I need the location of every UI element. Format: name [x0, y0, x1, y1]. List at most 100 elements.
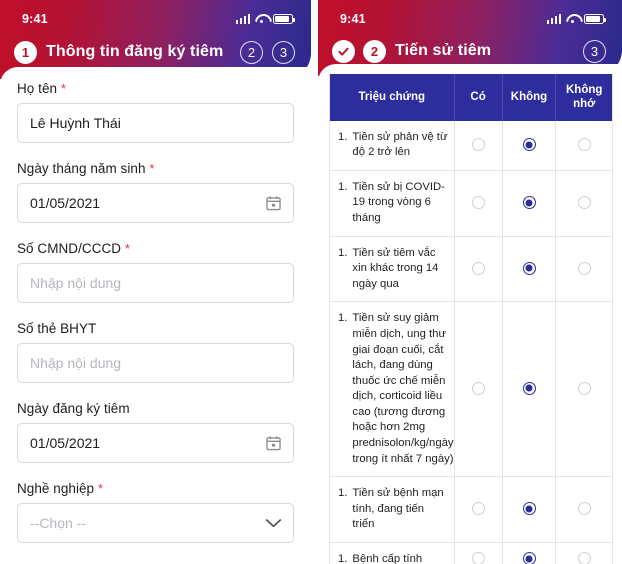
input-health-insurance-number[interactable]: Nhập nội dung	[17, 343, 294, 383]
field-full-name: Họ tên * Lê Huỳnh Thái	[17, 81, 294, 143]
table-row: 1. Tiền sử suy giảm miễn dịch, ung thư gi…	[329, 301, 613, 478]
radio-circle-selected[interactable]	[522, 138, 536, 152]
radio-dont-remember[interactable]	[555, 542, 613, 564]
radio-no[interactable]	[502, 170, 557, 237]
cell-symptom: 1. Tiền sử suy giảm miễn dịch, ung thư gi…	[329, 301, 455, 478]
radio-circle[interactable]	[471, 196, 485, 209]
required-asterisk: *	[124, 241, 131, 256]
phone-screen-registration-info: 9:41 1 Thông tin đăng ký tiêm 2 3 Họ tên…	[0, 0, 311, 564]
select-occupation[interactable]: --Chọn --	[17, 503, 294, 543]
radio-circle[interactable]	[471, 552, 485, 564]
radio-yes[interactable]	[454, 301, 503, 478]
radio-circle-selected[interactable]	[522, 552, 536, 564]
radio-circle[interactable]	[471, 381, 485, 395]
input-date-of-birth[interactable]: 01/05/2021	[17, 183, 294, 223]
status-icon-group	[235, 13, 295, 24]
label-occupation: Nghề nghiệp *	[17, 481, 104, 496]
column-header-yes: Có	[454, 74, 503, 121]
page-title: Tiến sử tiêm	[395, 42, 492, 59]
cell-symptom: 1. Bệnh cấp tính	[329, 542, 455, 564]
radio-yes[interactable]	[454, 170, 503, 237]
field-occupation: Nghề nghiệp * --Chọn --	[17, 481, 294, 543]
label-full-name: Họ tên *	[17, 81, 66, 96]
step-badge-3[interactable]: 3	[583, 39, 606, 63]
symptom-text: Tiền sử bệnh mạn tính, đang tiến triển	[352, 487, 444, 531]
radio-circle[interactable]	[577, 138, 591, 152]
table-row: 1. Tiền sử phản vệ từ độ 2 trở lên	[329, 120, 613, 171]
cell-symptom: 1. Tiền sử phản vệ từ độ 2 trở lên	[329, 120, 455, 171]
radio-circle-selected[interactable]	[522, 502, 536, 516]
radio-circle-selected[interactable]	[522, 196, 536, 209]
table-header-row: Triệu chứng Có Không Không nhớ	[329, 74, 613, 121]
radio-circle[interactable]	[577, 196, 591, 209]
table-row: 1. Bệnh cấp tính	[329, 542, 613, 564]
row-number: 1.	[338, 246, 348, 259]
check-icon	[338, 47, 349, 56]
row-number: 1.	[338, 130, 348, 143]
radio-no[interactable]	[502, 542, 557, 564]
symptom-table-wrapper: Triệu chứng Có Không Không nhớ 1. Tiền sử…	[318, 64, 622, 564]
required-asterisk: *	[60, 81, 66, 96]
input-vaccination-date[interactable]: 01/05/2021	[17, 423, 294, 463]
symptom-text: Bệnh cấp tính	[352, 552, 423, 564]
battery-icon	[273, 13, 295, 24]
status-clock: 9:41	[22, 11, 48, 26]
input-id-number[interactable]: Nhập nội dung	[17, 263, 294, 303]
radio-circle-selected[interactable]	[522, 261, 536, 275]
column-header-dont-remember: Không nhớ	[555, 74, 613, 121]
radio-dont-remember[interactable]	[555, 301, 613, 478]
field-health-insurance-number: Số thẻ BHYT Nhập nội dung	[17, 321, 294, 383]
step-badge-2[interactable]: 2	[240, 40, 263, 64]
input-full-name[interactable]: Lê Huỳnh Thái	[17, 103, 294, 143]
radio-circle[interactable]	[471, 502, 485, 516]
status-clock: 9:41	[340, 11, 366, 26]
radio-dont-remember[interactable]	[555, 170, 613, 237]
dual-phone-screenshot: 9:41 1 Thông tin đăng ký tiêm 2 3 Họ tên…	[0, 0, 622, 564]
calendar-icon[interactable]	[265, 435, 282, 452]
radio-dont-remember[interactable]	[555, 236, 613, 303]
required-asterisk: *	[149, 161, 155, 176]
radio-circle-selected[interactable]	[522, 381, 536, 395]
table-row: 1. Tiền sử bị COVID-19 trong vòng 6 tháng	[329, 170, 613, 237]
radio-yes[interactable]	[454, 120, 503, 171]
step-badge-completed[interactable]	[332, 39, 355, 63]
radio-no[interactable]	[502, 476, 557, 543]
radio-no[interactable]	[502, 120, 557, 171]
label-health-insurance-number: Số thẻ BHYT	[17, 321, 97, 336]
signal-icon	[235, 13, 250, 24]
row-number: 1.	[338, 312, 348, 325]
vaccination-history-table: Triệu chứng Có Không Không nhớ 1. Tiền sử…	[329, 74, 613, 564]
radio-circle[interactable]	[471, 261, 485, 275]
step-badge-current[interactable]: 2	[363, 39, 386, 63]
radio-circle[interactable]	[577, 381, 591, 395]
symptom-text: Tiền sử tiêm vắc xin khác trong 14 ngày …	[352, 246, 439, 290]
phone-screen-vaccination-history: 9:41 2 Tiến sử tiêm 3 Triệu chứng Có Khô…	[318, 0, 622, 564]
radio-dont-remember[interactable]	[555, 120, 613, 171]
step-badge-3[interactable]: 3	[272, 40, 295, 64]
field-date-of-birth: Ngày tháng năm sinh * 01/05/2021	[17, 161, 294, 223]
radio-circle[interactable]	[577, 502, 591, 516]
input-vaccination-date-value: 01/05/2021	[30, 435, 101, 451]
table-row: 1. Tiền sử bệnh mạn tính, đang tiến triển	[329, 476, 613, 543]
step-badge-current[interactable]: 1	[14, 40, 37, 64]
chevron-down-icon[interactable]	[265, 518, 282, 529]
label-date-of-birth: Ngày tháng năm sinh *	[17, 161, 155, 176]
label-id-number: Số CMND/CCCD *	[17, 241, 131, 256]
wifi-icon	[255, 14, 268, 24]
select-occupation-value: --Chọn --	[30, 515, 87, 531]
radio-dont-remember[interactable]	[555, 476, 613, 543]
radio-no[interactable]	[502, 301, 557, 478]
calendar-icon[interactable]	[265, 195, 282, 212]
battery-icon	[584, 13, 606, 24]
radio-yes[interactable]	[454, 542, 503, 564]
status-icon-group	[546, 13, 606, 24]
radio-yes[interactable]	[454, 476, 503, 543]
radio-circle[interactable]	[577, 552, 591, 564]
column-header-no: Không	[502, 74, 557, 121]
radio-yes[interactable]	[454, 236, 503, 303]
table-body: 1. Tiền sử phản vệ từ độ 2 trở lên 1. Tiền…	[329, 120, 613, 564]
radio-no[interactable]	[502, 236, 557, 303]
radio-circle[interactable]	[577, 261, 591, 275]
radio-circle[interactable]	[471, 138, 485, 152]
row-number: 1.	[338, 552, 348, 564]
